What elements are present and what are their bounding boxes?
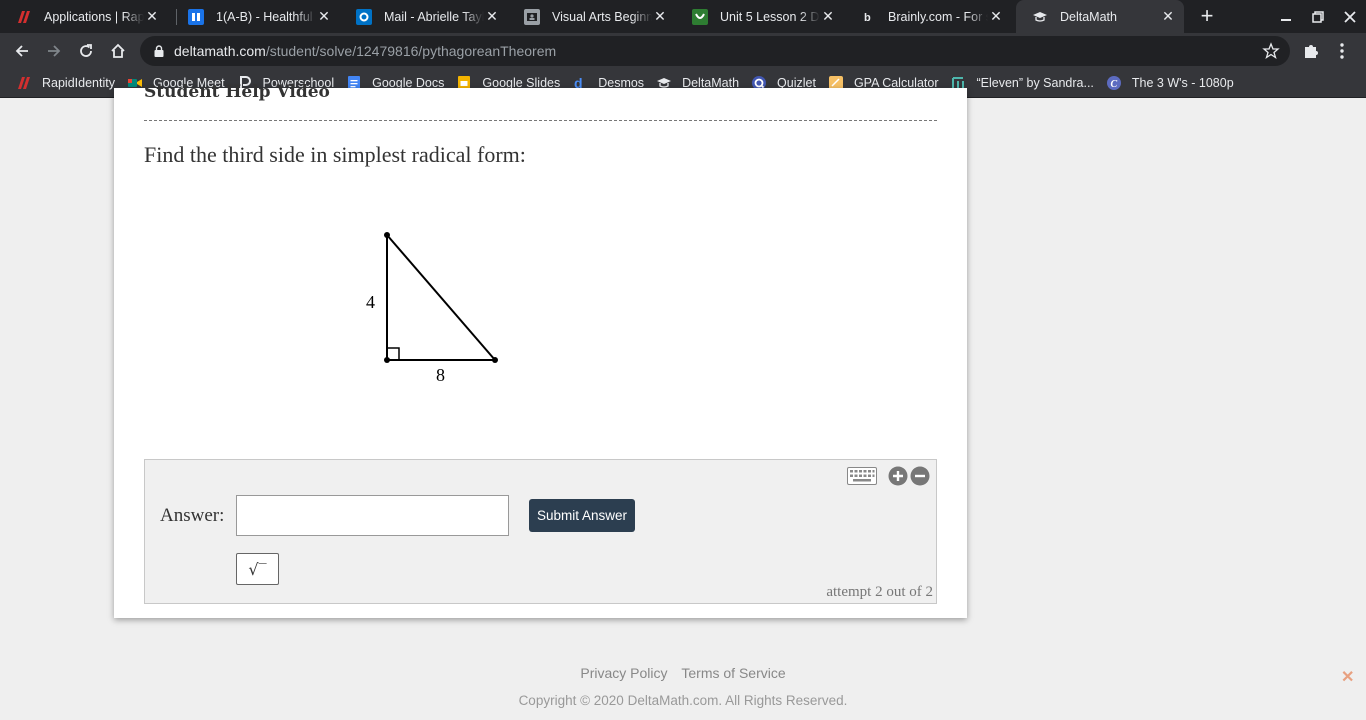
maximize-icon[interactable] <box>1302 0 1334 33</box>
keyboard-icon[interactable] <box>847 467 877 485</box>
outlook-icon <box>356 8 372 25</box>
answer-input[interactable] <box>236 495 509 536</box>
vertex-point <box>384 232 390 238</box>
copyright-text: Copyright © 2020 DeltaMath.com. All Righ… <box>518 693 848 708</box>
tab-unit5-lesson2[interactable]: Unit 5 Lesson 2 Da ✕ <box>676 0 844 33</box>
problem-prompt: Find the third side in simplest radical … <box>144 142 526 167</box>
close-tab-icon[interactable]: ✕ <box>988 8 1004 25</box>
tab-visual-arts[interactable]: Visual Arts Beginni ✕ <box>508 0 676 33</box>
tab-title: Visual Arts Beginni <box>552 9 652 24</box>
url-text: deltamath.com/student/solve/12479816/pyt… <box>174 43 557 59</box>
zoom-in-icon[interactable] <box>888 466 908 486</box>
bookmark-3ws[interactable]: C The 3 W's - 1080p <box>1102 71 1242 95</box>
page-content: Student Help Video Find the third side i… <box>0 82 1366 720</box>
deltamath-icon <box>1032 9 1048 25</box>
svg-text:b: b <box>864 12 871 23</box>
bookmark-rapididentity[interactable]: RapidIdentity <box>12 71 123 95</box>
answer-panel: Answer: Submit Answer √‾ attempt 2 out o… <box>144 459 937 604</box>
book-icon <box>188 8 204 25</box>
bookmark-star-icon[interactable] <box>1262 42 1280 60</box>
classroom-icon <box>524 8 540 25</box>
tab-title: 1(A-B) - Healthful Li <box>216 9 316 24</box>
back-arrow-icon[interactable] <box>8 37 36 65</box>
browser-toolbar: deltamath.com/student/solve/12479816/pyt… <box>0 33 1366 69</box>
vertex-point <box>384 357 390 363</box>
help-video-heading[interactable]: Student Help Video <box>144 82 330 102</box>
close-tab-icon[interactable]: ✕ <box>652 8 668 25</box>
rapididentity-icon <box>16 75 32 91</box>
close-tab-icon[interactable]: ✕ <box>316 8 332 25</box>
lock-icon[interactable] <box>152 44 166 58</box>
bookmark-label: “Eleven” by Sandra... <box>976 76 1094 90</box>
divider <box>144 120 937 121</box>
link-icon: C <box>1106 75 1122 91</box>
browser-menu-icon[interactable] <box>1336 42 1348 60</box>
square-root-button[interactable]: √‾ <box>236 553 279 585</box>
rapididentity-icon <box>16 9 32 25</box>
vertex-point <box>492 357 498 363</box>
close-window-icon[interactable] <box>1334 0 1366 33</box>
svg-text:C: C <box>1110 79 1117 90</box>
bookmark-label: The 3 W's - 1080p <box>1131 76 1234 90</box>
tab-deltamath[interactable]: DeltaMath ✕ <box>1016 0 1184 33</box>
tab-title: Mail - Abrielle Taylo <box>384 9 484 24</box>
tab-healthful-living[interactable]: 1(A-B) - Healthful Li ✕ <box>172 0 340 33</box>
close-tab-icon[interactable]: ✕ <box>820 8 836 25</box>
new-tab-button[interactable]: + <box>1195 3 1219 28</box>
privacy-policy-link[interactable]: Privacy Policy <box>580 665 667 681</box>
extensions-puzzle-icon[interactable] <box>1302 42 1320 60</box>
submit-answer-button[interactable]: Submit Answer <box>529 499 635 532</box>
zoom-out-icon[interactable] <box>910 466 930 486</box>
tab-brainly[interactable]: b Brainly.com - For st ✕ <box>844 0 1012 33</box>
tab-rapididentity[interactable]: Applications | Rapi ✕ <box>0 0 168 33</box>
reload-icon[interactable] <box>72 37 100 65</box>
vertical-leg-label: 4 <box>366 292 375 312</box>
edpuzzle-icon <box>692 8 708 25</box>
right-triangle-figure: 4 8 <box>366 232 498 385</box>
answer-label: Answer: <box>160 505 225 526</box>
brainly-icon: b <box>860 9 876 25</box>
attempt-counter: attempt 2 out of 2 <box>826 584 933 600</box>
bookmark-label: RapidIdentity <box>42 76 115 90</box>
bookmark-eleven[interactable]: “Eleven” by Sandra... <box>946 71 1101 95</box>
tab-title: DeltaMath <box>1060 9 1117 24</box>
problem-card: Student Help Video Find the third side i… <box>114 82 967 618</box>
horizontal-leg-label: 8 <box>436 365 445 385</box>
tab-title: Unit 5 Lesson 2 Da <box>720 9 820 24</box>
close-tab-icon[interactable]: ✕ <box>1160 8 1176 25</box>
minimize-icon[interactable] <box>1270 0 1302 33</box>
close-icon[interactable]: ✕ <box>1341 667 1354 687</box>
home-icon[interactable] <box>104 37 132 65</box>
address-bar[interactable]: deltamath.com/student/solve/12479816/pyt… <box>140 36 1290 66</box>
tab-title: Applications | Rapi <box>44 9 144 24</box>
tab-mail[interactable]: Mail - Abrielle Taylo ✕ <box>340 0 508 33</box>
close-tab-icon[interactable]: ✕ <box>484 8 500 25</box>
footer-links: Privacy Policy Terms of Service <box>0 665 1366 681</box>
hypotenuse <box>386 234 496 361</box>
forward-arrow-icon[interactable] <box>40 37 68 65</box>
tab-title: Brainly.com - For st <box>888 9 988 24</box>
tab-strip: Applications | Rapi ✕ 1(A-B) - Healthful… <box>0 0 1366 33</box>
terms-of-service-link[interactable]: Terms of Service <box>681 665 785 681</box>
close-tab-icon[interactable]: ✕ <box>144 8 160 25</box>
